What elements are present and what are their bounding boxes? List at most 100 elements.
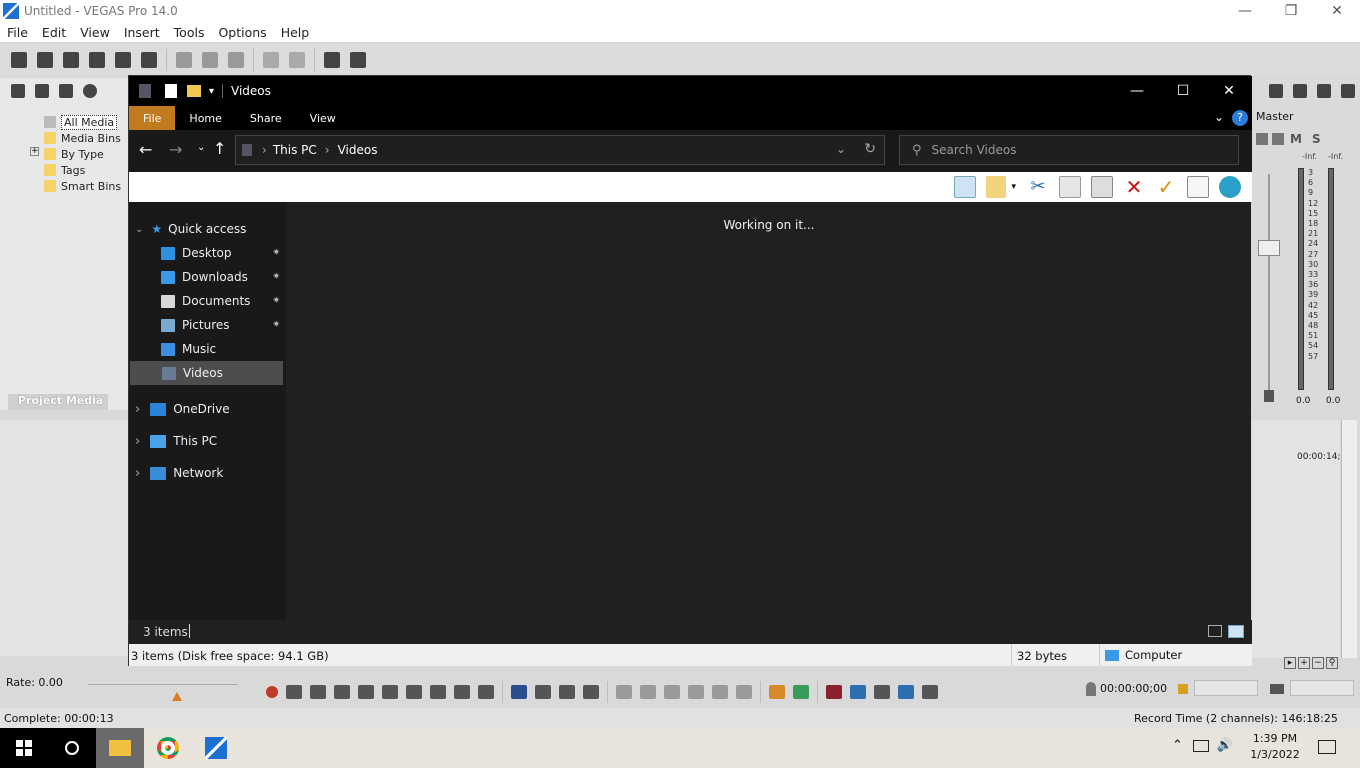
gear-icon[interactable]	[1272, 133, 1284, 145]
paste-icon[interactable]	[1091, 176, 1113, 198]
menu-tools[interactable]: Tools	[167, 25, 212, 40]
nav-item-downloads[interactable]: Downloads ✷	[129, 265, 286, 289]
chrome-icon[interactable]	[144, 728, 192, 768]
lock-icon[interactable]	[736, 685, 752, 699]
envelope-tool-icon[interactable]	[535, 685, 551, 699]
paste-icon[interactable]	[228, 52, 244, 68]
rename-check-icon[interactable]: ✓	[1155, 176, 1177, 198]
lock-envelopes-icon[interactable]	[898, 685, 914, 699]
clock[interactable]: 1:39 PM 1/3/2022	[1250, 732, 1300, 761]
mute-button[interactable]: M	[1290, 132, 1302, 146]
start-windows-icon[interactable]	[0, 728, 48, 768]
insert-marker-icon[interactable]	[769, 685, 785, 699]
up-icon[interactable]: ↑	[213, 139, 226, 158]
minimize-icon[interactable]: —	[1222, 0, 1268, 22]
open-icon[interactable]	[37, 52, 53, 68]
help-icon[interactable]: ?	[1232, 110, 1248, 126]
back-icon[interactable]: ←	[139, 140, 152, 159]
zoom-in-icon[interactable]: +	[1298, 657, 1310, 669]
normal-edit-tool-icon[interactable]	[511, 685, 527, 699]
trim-icon[interactable]	[640, 685, 656, 699]
minimize-icon[interactable]: —	[1114, 76, 1160, 106]
previous-frame-icon[interactable]	[454, 685, 470, 699]
stop-icon[interactable]	[382, 685, 398, 699]
pin-icon[interactable]: ✷	[272, 320, 280, 330]
menu-options[interactable]: Options	[211, 25, 273, 40]
tree-item-by-type[interactable]: By Type	[44, 146, 121, 162]
details-view-icon[interactable]	[1208, 625, 1222, 637]
go-to-start-icon[interactable]	[406, 685, 422, 699]
gear-icon[interactable]	[1269, 84, 1283, 98]
search-input[interactable]: Search Videos	[932, 143, 1017, 157]
trim-start-icon[interactable]	[664, 685, 680, 699]
downmix-icon[interactable]	[1293, 84, 1307, 98]
tree-item-smart-bins[interactable]: Smart Bins	[44, 178, 121, 194]
preview-pane-icon[interactable]	[954, 176, 977, 198]
close-icon[interactable]: ✕	[1314, 0, 1360, 22]
whats-this-help-icon[interactable]	[350, 52, 366, 68]
zoom-tool-icon[interactable]: ⚲	[1326, 657, 1338, 669]
nav-item-music[interactable]: Music	[129, 337, 286, 361]
import-media-icon[interactable]	[11, 84, 25, 98]
address-dropdown-icon[interactable]: ⌄	[836, 142, 846, 156]
tree-item-tags[interactable]: Tags	[44, 162, 121, 178]
delete-icon[interactable]	[616, 685, 632, 699]
chevron-right-icon[interactable]: ›	[135, 466, 140, 481]
menu-insert[interactable]: Insert	[117, 25, 167, 40]
play-from-start-icon[interactable]	[310, 685, 326, 699]
tab-share[interactable]: Share	[236, 106, 296, 130]
edit-tool-icon[interactable]	[324, 52, 340, 68]
maximize-icon[interactable]: ☐	[1160, 76, 1206, 106]
master-fader-handle[interactable]	[1258, 240, 1280, 256]
menu-help[interactable]: Help	[274, 25, 317, 40]
cut-icon[interactable]	[176, 52, 192, 68]
search-box[interactable]: ⚲ Search Videos	[899, 135, 1239, 165]
properties-gear-icon[interactable]	[141, 52, 157, 68]
nav-item-documents[interactable]: Documents ✷	[129, 289, 286, 313]
volume-icon[interactable]: 🔊	[1217, 738, 1233, 753]
large-icons-view-icon[interactable]	[1228, 625, 1244, 638]
selection-tool-icon[interactable]	[559, 685, 575, 699]
globe-icon[interactable]	[1219, 176, 1241, 198]
master-fx-icon[interactable]	[1256, 133, 1268, 145]
volume-icon[interactable]	[1317, 84, 1331, 98]
get-media-icon[interactable]	[59, 84, 73, 98]
capture-icon[interactable]	[35, 84, 49, 98]
selection-start-field[interactable]	[1194, 680, 1258, 696]
go-to-end-icon[interactable]	[430, 685, 446, 699]
chevron-right-icon[interactable]: ›	[262, 143, 267, 157]
menu-edit[interactable]: Edit	[35, 25, 73, 40]
ripple-edit-icon[interactable]	[874, 685, 890, 699]
vegas-taskbar-icon[interactable]	[192, 728, 240, 768]
file-list-area[interactable]: Working on it...	[287, 202, 1251, 620]
tree-item-all-media[interactable]: All Media	[44, 114, 121, 130]
show-hidden-icons-icon[interactable]: ⌃	[1172, 738, 1183, 753]
menu-view[interactable]: View	[73, 25, 117, 40]
chevron-right-icon[interactable]: ›	[325, 143, 330, 157]
chevron-right-icon[interactable]: ›	[135, 434, 140, 449]
delete-icon[interactable]: ✕	[1123, 176, 1145, 198]
render-icon[interactable]	[115, 52, 131, 68]
properties-icon[interactable]	[986, 176, 1007, 198]
chevron-down-icon[interactable]: ⌄	[135, 224, 143, 235]
vertical-scrollbar[interactable]	[1341, 420, 1357, 658]
chevron-right-icon[interactable]: ›	[135, 402, 140, 417]
save-as-icon[interactable]	[89, 52, 105, 68]
new-icon[interactable]	[11, 52, 27, 68]
email-icon[interactable]	[1187, 176, 1209, 198]
lock-icon[interactable]	[1264, 390, 1274, 402]
nav-root-onedrive[interactable]: › OneDrive	[129, 393, 286, 425]
auto-crossfade-icon[interactable]	[850, 685, 866, 699]
close-icon[interactable]: ✕	[1206, 76, 1252, 106]
undo-icon[interactable]	[263, 52, 279, 68]
cut-icon[interactable]: ✂	[1027, 176, 1049, 198]
recent-locations-icon[interactable]: ⌄	[197, 142, 205, 153]
solo-button[interactable]: S	[1312, 132, 1321, 146]
tab-project-media[interactable]: Project Media	[8, 394, 108, 410]
nav-item-videos[interactable]: Videos	[130, 361, 283, 385]
tab-home[interactable]: Home	[175, 106, 235, 130]
customize-qat-icon[interactable]: ▾	[209, 86, 214, 97]
save-icon[interactable]	[63, 52, 79, 68]
new-folder-icon[interactable]	[187, 85, 201, 97]
menu-file[interactable]: File	[0, 25, 35, 40]
